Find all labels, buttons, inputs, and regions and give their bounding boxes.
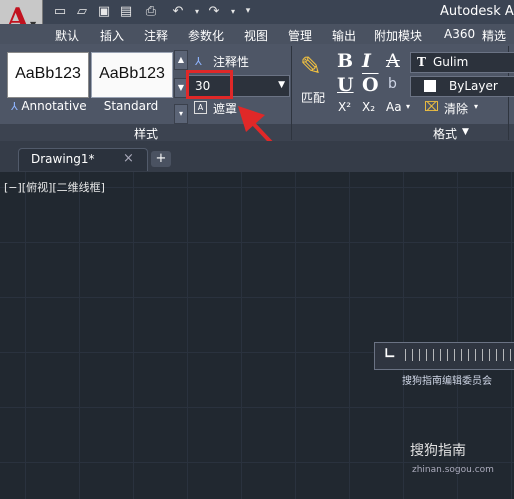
- panel-expand-icon[interactable]: ▼: [462, 127, 469, 137]
- font-select[interactable]: T Gulim: [410, 52, 514, 73]
- color-select-value: ByLayer: [449, 79, 498, 93]
- underline-button[interactable]: U: [337, 74, 354, 96]
- italic-button[interactable]: I: [362, 50, 371, 72]
- text-style-name: Standard: [103, 99, 159, 113]
- text-style-name: Annotative: [21, 99, 87, 113]
- tab-manage[interactable]: 管理: [288, 27, 312, 44]
- ruler-caption-text: 搜狗指南编辑委员会: [402, 376, 492, 387]
- chevron-down-icon[interactable]: ▾: [474, 102, 478, 111]
- tab-output[interactable]: 输出: [332, 27, 356, 44]
- save-as-icon[interactable]: ▤: [118, 4, 134, 19]
- mask-icon: A: [194, 101, 207, 114]
- clear-formatting-icon: ⌧: [424, 100, 439, 115]
- viewport-controls-label[interactable]: [−][俯视][二维线框]: [4, 179, 105, 195]
- undo-icon[interactable]: ↶: [170, 4, 186, 19]
- save-icon[interactable]: ▣: [96, 4, 112, 19]
- match-properties-brush-icon[interactable]: ✎: [300, 52, 322, 82]
- gallery-scroll-up-button[interactable]: ▲: [174, 50, 188, 70]
- font-select-value: Gulim: [433, 55, 469, 69]
- tab-parametric[interactable]: 参数化: [188, 27, 224, 44]
- tab-label: Drawing1*: [31, 152, 95, 166]
- text-style-card-annotative[interactable]: AaBb123: [7, 52, 89, 98]
- tab-a360[interactable]: A360: [444, 27, 475, 41]
- tab-featured[interactable]: 精选: [482, 27, 506, 44]
- close-tab-icon[interactable]: ×: [123, 151, 134, 166]
- subscript-button[interactable]: X₂: [362, 100, 375, 114]
- redo-icon[interactable]: ↷: [206, 4, 222, 19]
- tab-drawing1[interactable]: Drawing1* ×: [18, 148, 148, 171]
- tab-annotate[interactable]: 注释: [144, 27, 168, 44]
- print-icon[interactable]: ⎙: [143, 4, 159, 19]
- styles-panel-label: 样式: [134, 127, 159, 141]
- window-title: Autodesk Au: [440, 4, 514, 19]
- redo-dropdown-icon[interactable]: ▾: [225, 4, 241, 19]
- tab-stop-icon[interactable]: ∟: [384, 346, 396, 362]
- annotative-icon: ⅄: [195, 55, 202, 68]
- open-folder-icon[interactable]: ▱: [74, 4, 90, 19]
- ruler-ticks: [405, 349, 514, 361]
- overline-button[interactable]: O: [362, 74, 379, 96]
- tab-default[interactable]: 默认: [55, 27, 79, 44]
- bold-button[interactable]: B: [337, 50, 353, 72]
- customize-quick-access-icon[interactable]: ▾: [240, 4, 256, 19]
- truetype-icon: T: [417, 55, 426, 69]
- change-case-button[interactable]: Aa: [386, 100, 402, 114]
- match-properties-label[interactable]: 匹配: [301, 89, 325, 106]
- annotative-toggle[interactable]: 注释性: [213, 53, 249, 70]
- tab-view[interactable]: 视图: [244, 27, 268, 44]
- watermark-url: zhinan.sogou.com: [412, 465, 494, 475]
- new-file-icon[interactable]: ▭: [52, 4, 68, 19]
- text-style-preview: AaBb123: [99, 65, 165, 82]
- superscript-button[interactable]: X²: [338, 100, 351, 114]
- watermark-logo: 搜狗指南: [410, 443, 466, 459]
- undo-dropdown-icon[interactable]: ▾: [189, 4, 205, 19]
- strikethrough-button[interactable]: A: [386, 50, 400, 72]
- chevron-down-icon[interactable]: ▼: [278, 80, 285, 90]
- text-style-preview: AaBb123: [15, 65, 81, 82]
- color-swatch: [424, 80, 436, 92]
- new-tab-button[interactable]: +: [151, 151, 171, 167]
- highlight-annotation-box: [186, 70, 233, 99]
- format-panel-label: 格式: [433, 127, 458, 141]
- text-style-card-standard[interactable]: AaBb123: [91, 52, 173, 98]
- color-select[interactable]: ByLayer: [410, 76, 514, 97]
- gallery-expand-button[interactable]: ▾: [174, 104, 188, 124]
- tab-insert[interactable]: 插入: [100, 27, 124, 44]
- clear-formatting-button[interactable]: 清除: [444, 100, 468, 117]
- tab-addins[interactable]: 附加模块: [374, 27, 422, 44]
- oblique-button[interactable]: b: [388, 76, 397, 92]
- chevron-down-icon[interactable]: ▾: [406, 102, 410, 111]
